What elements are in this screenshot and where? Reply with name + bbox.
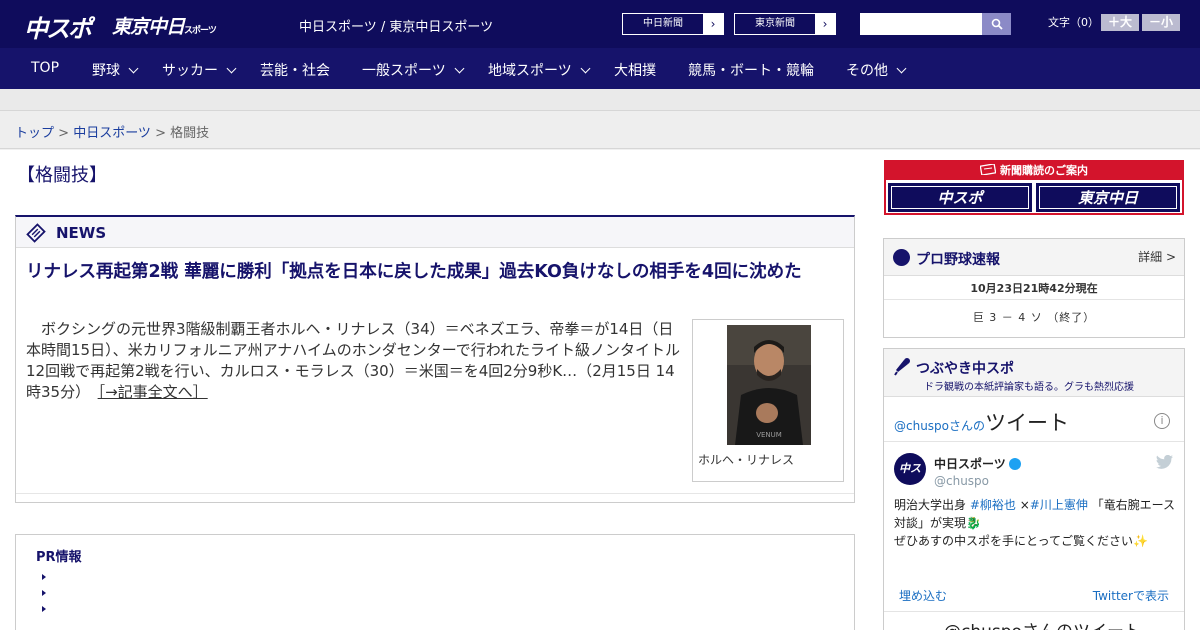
tokyo-chunichi-logo[interactable]: 東京中日スポーツ: [112, 12, 217, 39]
font-size-label: 文字（0）: [1048, 16, 1099, 29]
chevron-right-icon: ›: [703, 14, 723, 34]
newspaper-icon: [979, 163, 997, 176]
baseball-title: プロ野球速報: [916, 252, 1000, 268]
view-on-twitter-link[interactable]: Twitterで表示: [1093, 587, 1169, 604]
hashtag-link[interactable]: #柳裕也: [970, 498, 1016, 512]
search-icon: [991, 18, 1003, 30]
nav-item-general-sports[interactable]: 一般スポーツ: [362, 60, 465, 80]
tweet-box-header: つぶやき中スポ ドラ観戦の本紙評論家も語る。グラも熱烈応援: [884, 349, 1184, 397]
tokyo-shimbun-button[interactable]: 東京新聞 ›: [734, 13, 836, 35]
header-strip: [0, 89, 1200, 111]
info-icon[interactable]: i: [1154, 413, 1170, 429]
tweet-box-subtitle: ドラ観戦の本紙評論家も語る。グラも熱烈応援: [924, 382, 1134, 393]
tweet-box: つぶやき中スポ ドラ観戦の本紙評論家も語る。グラも熱烈応援 @chuspoさんの…: [883, 348, 1185, 630]
photo-caption: ホルヘ・リナレス: [698, 453, 795, 467]
page-title: 【格闘技】: [17, 165, 107, 186]
main-nav: TOP 野球 サッカー 芸能・社会 一般スポーツ 地域スポーツ 大相撲 競馬・ボ…: [0, 48, 1200, 89]
chevron-down-icon: [128, 63, 139, 74]
chuspo-logo[interactable]: 中スポ: [24, 9, 92, 44]
newspaper-icon: [26, 223, 46, 243]
pr-box: PR情報: [15, 534, 855, 630]
subscription-banner[interactable]: 新聞購読のご案内 中スポ 東京中日: [884, 160, 1184, 215]
verified-badge-icon: [1008, 458, 1021, 470]
site-header: 中スポ 東京中日スポーツ 中日スポーツ / 東京中日スポーツ 中日新聞 › 東京…: [0, 0, 1200, 48]
svg-text:VENUM: VENUM: [756, 431, 782, 439]
timeline-title[interactable]: @chuspoさんのツイート: [894, 407, 1069, 437]
chevron-down-icon: [226, 63, 237, 74]
pr-bullet-icon[interactable]: [42, 574, 46, 580]
font-bigger-button[interactable]: ＋大: [1101, 14, 1139, 31]
nav-item-soccer[interactable]: サッカー: [162, 60, 237, 80]
tweet-box-title: つぶやき中スポ: [916, 361, 1014, 377]
news-footer-divider: [16, 493, 854, 494]
breadcrumb: トップ > 中日スポーツ > 格闘技: [15, 126, 210, 141]
news-section-label: NEWS: [56, 224, 107, 242]
pr-title: PR情報: [36, 550, 82, 565]
embed-link[interactable]: 埋め込む: [899, 587, 947, 604]
chevron-right-icon: ›: [815, 14, 835, 34]
chevron-down-icon: [896, 63, 907, 74]
tweet-text: 明治大学出身 #柳裕也 ×#川上憲伸 「竜右腕エース対談」が実現🐉 ぜひあすの中ス…: [894, 498, 1176, 548]
subscribe-chuspo-button[interactable]: 中スポ: [888, 183, 1032, 212]
tweet-author-name[interactable]: 中日スポーツ: [934, 455, 1021, 472]
twitter-bird-icon[interactable]: [1156, 455, 1173, 469]
baseball-header: プロ野球速報 詳細 >: [884, 239, 1184, 276]
nav-item-top[interactable]: TOP: [31, 60, 59, 76]
read-more-link[interactable]: ［→記事全文へ］: [98, 383, 208, 401]
news-photo-box[interactable]: VENUM ホルヘ・リナレス: [692, 319, 844, 482]
subscribe-tokyo-button[interactable]: 東京中日: [1036, 183, 1180, 212]
baseball-score[interactable]: 巨 3 － 4 ソ （終了）: [884, 309, 1184, 325]
news-card: NEWS リナレス再起第2戦 華麗に勝利「拠点を日本に戻した成果」過去KO負けな…: [15, 215, 855, 503]
search-input[interactable]: [860, 13, 982, 35]
megaphone-icon: [894, 358, 910, 376]
hashtag-link[interactable]: #川上憲伸: [1030, 498, 1088, 512]
news-photo[interactable]: VENUM: [727, 325, 811, 445]
baseball-scores-box: プロ野球速報 詳細 > 10月23日21時42分現在 巨 3 － 4 ソ （終了…: [883, 238, 1185, 338]
chunichi-shimbun-button[interactable]: 中日新聞 ›: [622, 13, 724, 35]
nav-item-other[interactable]: その他: [846, 60, 907, 80]
pr-bullet-icon[interactable]: [42, 606, 46, 612]
nav-item-local-sports[interactable]: 地域スポーツ: [488, 60, 591, 80]
tweet-author-handle[interactable]: @chuspo: [934, 474, 989, 488]
nav-item-entertainment[interactable]: 芸能・社会: [260, 60, 330, 80]
breadcrumb-chunichi-link[interactable]: 中日スポーツ: [73, 126, 151, 141]
baseball-timestamp: 10月23日21時42分現在: [884, 277, 1184, 300]
boxer-photo-illustration: VENUM: [727, 325, 811, 445]
pr-bullet-icon[interactable]: [42, 590, 46, 596]
avatar[interactable]: 中スポ: [894, 453, 926, 507]
chevron-down-icon: [454, 63, 465, 74]
breadcrumb-current: 格闘技: [170, 126, 210, 141]
chevron-down-icon: [580, 63, 591, 74]
baseball-detail-link[interactable]: 詳細 >: [1138, 248, 1176, 265]
timeline-footer-text[interactable]: @chuspoさんのツイート: [944, 617, 1141, 630]
nav-item-sumo[interactable]: 大相撲: [614, 60, 656, 80]
breadcrumb-bar: トップ > 中日スポーツ > 格闘技: [0, 111, 1200, 149]
subscription-title: 新聞購読のご案内: [886, 162, 1182, 180]
baseball-icon: [893, 249, 910, 266]
breadcrumb-top-link[interactable]: トップ: [15, 126, 54, 141]
site-names[interactable]: 中日スポーツ / 東京中日スポーツ: [299, 16, 493, 35]
news-header: NEWS: [16, 217, 854, 248]
news-excerpt: ボクシングの元世界3階級制覇王者ホルヘ・リナレス（34）＝ベネズエラ、帝拳＝が1…: [26, 320, 681, 401]
search-button[interactable]: [982, 13, 1011, 35]
news-headline[interactable]: リナレス再起第2戦 華麗に勝利「拠点を日本に戻した成果」過去KO負けなしの相手を…: [26, 259, 848, 285]
font-smaller-button[interactable]: －小: [1142, 14, 1180, 31]
nav-item-baseball[interactable]: 野球: [92, 60, 139, 80]
nav-item-racing[interactable]: 競馬・ボート・競輪: [688, 60, 814, 80]
